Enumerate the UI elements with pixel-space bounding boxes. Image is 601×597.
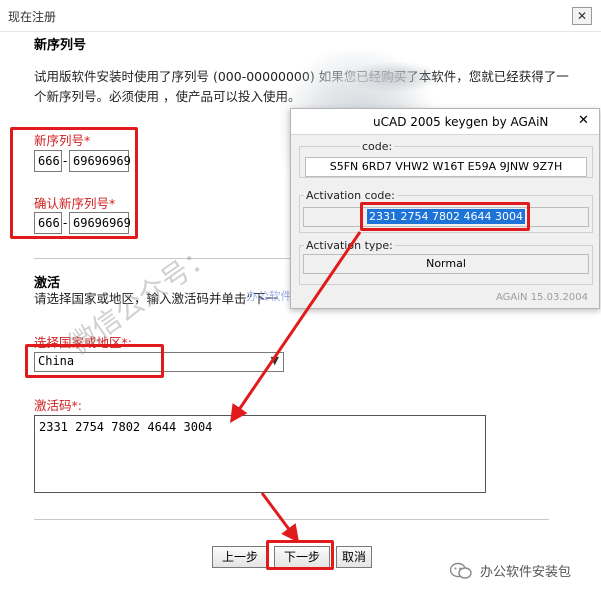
arrow-to-next-button bbox=[260, 492, 300, 543]
wechat-icon bbox=[450, 562, 472, 579]
annotation-arrows bbox=[229, 231, 362, 543]
arrow-to-activation-field bbox=[229, 231, 362, 423]
brand-watermark-text: 办公软件安装包 bbox=[480, 565, 572, 580]
